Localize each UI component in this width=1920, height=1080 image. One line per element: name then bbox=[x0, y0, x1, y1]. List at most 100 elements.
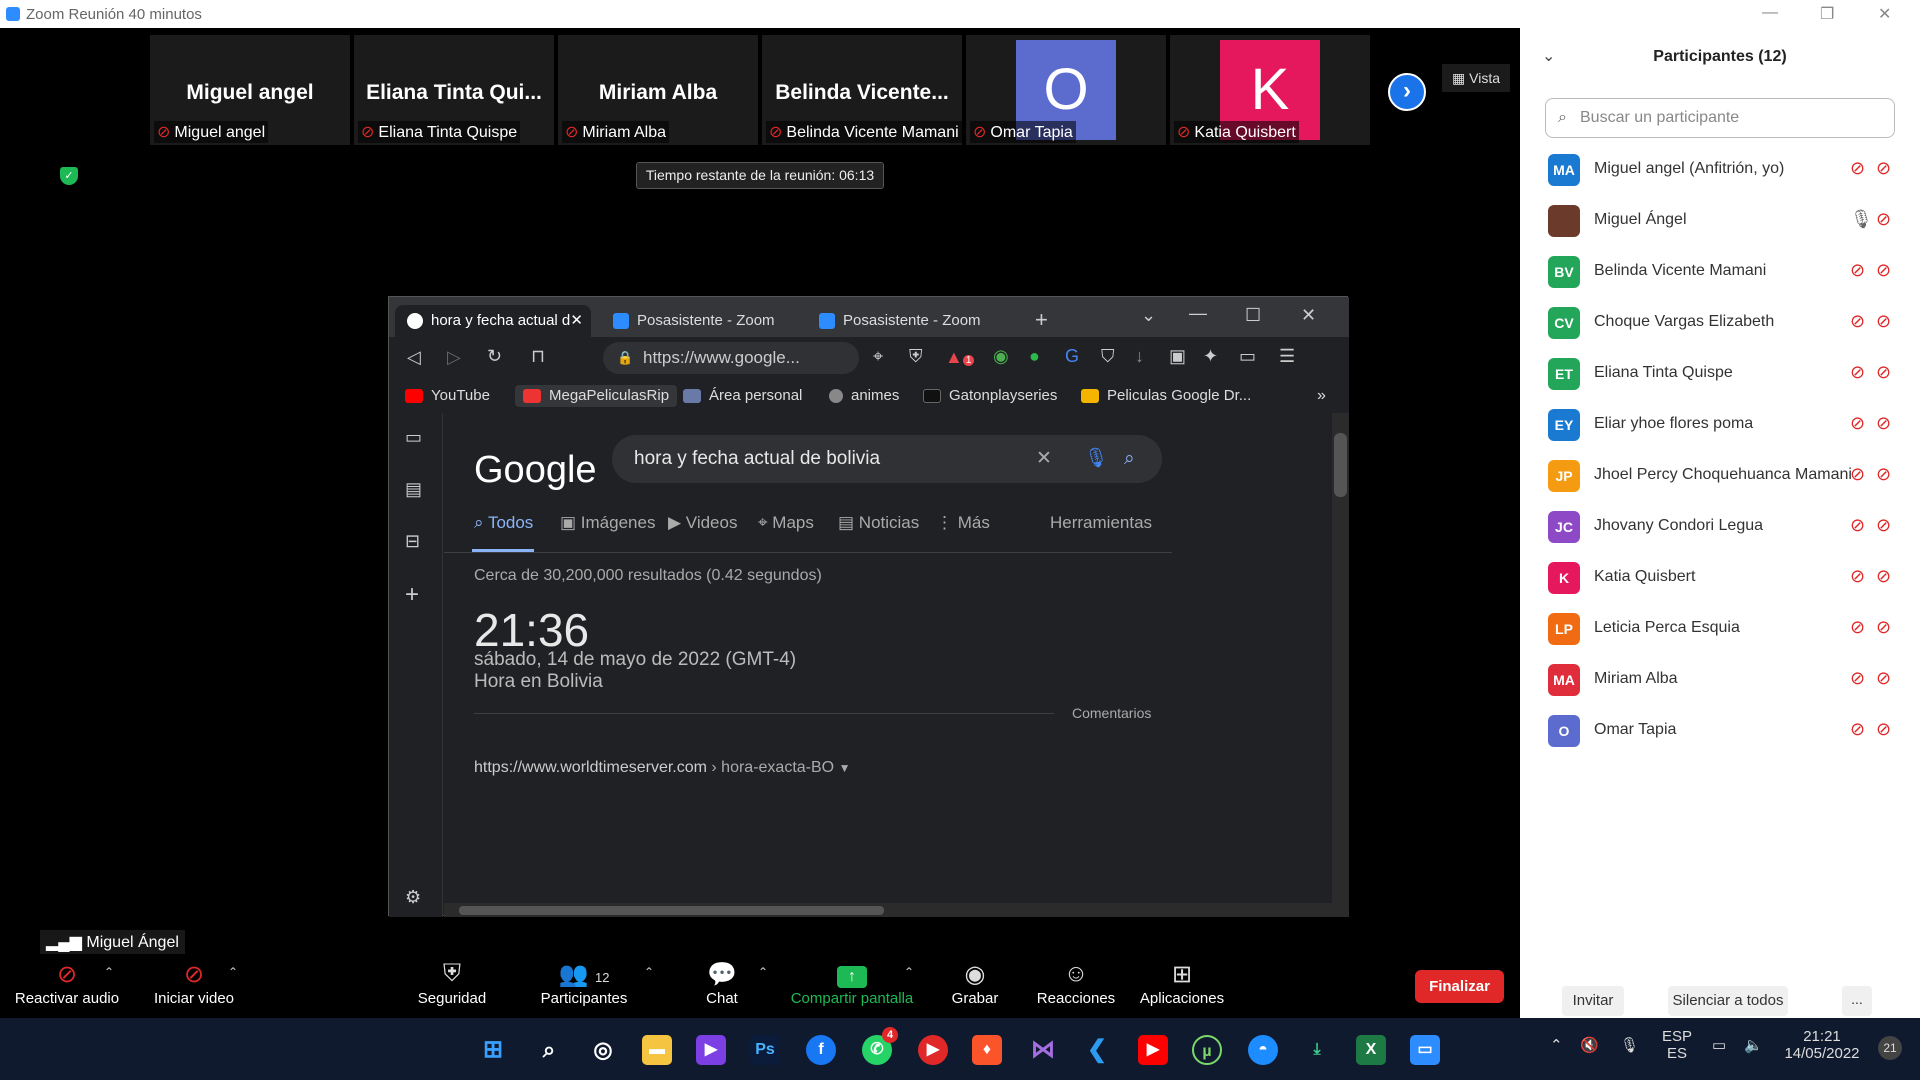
app-icon[interactable]: ⤓ bbox=[1302, 1035, 1332, 1065]
show-hidden-icons[interactable]: ⌃ bbox=[1550, 1036, 1563, 1054]
close-icon[interactable]: ✕ bbox=[1301, 305, 1316, 326]
apps-button[interactable]: ⊞ Aplicaciones bbox=[1132, 960, 1232, 1007]
security-button[interactable]: ⛨ Seguridad bbox=[412, 960, 492, 1007]
video-off-icon[interactable]: ⊘ bbox=[1876, 413, 1891, 434]
extension-icon[interactable]: ◉ bbox=[993, 346, 1009, 367]
windows-start-icon[interactable]: ⊞ bbox=[478, 1035, 508, 1065]
forward-icon[interactable]: ▷ bbox=[447, 347, 461, 368]
video-off-icon[interactable]: ⊘ bbox=[1876, 260, 1891, 281]
caret-down-icon[interactable]: ▼ bbox=[839, 761, 851, 775]
search-icon[interactable]: ⌕ bbox=[534, 1035, 564, 1065]
tab-noticias[interactable]: ▤ Noticias bbox=[838, 513, 919, 533]
video-options-caret[interactable]: ⌃ bbox=[228, 965, 238, 979]
tab-todos[interactable]: ⌕ Todos bbox=[474, 513, 533, 533]
scroll-thumb[interactable] bbox=[1334, 433, 1347, 497]
settings-icon[interactable]: ⚙ bbox=[405, 887, 421, 908]
browser-tab[interactable]: Posasistente - Zoom bbox=[807, 305, 1003, 337]
chat-button[interactable]: 💬 Chat bbox=[700, 960, 744, 1007]
video-icon[interactable]: ▭ bbox=[405, 427, 422, 448]
bookmark-youtube[interactable]: YouTube bbox=[405, 385, 490, 407]
bookmark-megapeliculasrip[interactable]: MegaPeliculasRip bbox=[515, 385, 678, 407]
minimize-icon[interactable]: — bbox=[1189, 303, 1207, 324]
view-button[interactable]: ▦ Vista bbox=[1442, 64, 1510, 92]
video-tile[interactable]: Miguel angel ⊘ Miguel angel bbox=[150, 35, 350, 145]
video-off-icon[interactable]: ⊘ bbox=[1876, 719, 1891, 740]
location-icon[interactable]: ⌖ bbox=[873, 346, 883, 367]
volume-icon[interactable]: 🔈 bbox=[1744, 1036, 1763, 1054]
wallet-icon[interactable]: ▭ bbox=[1239, 346, 1256, 367]
participant-row[interactable]: JC Jhovany Condori Legua ⊘ ⊘ bbox=[1520, 503, 1920, 554]
mic-muted-icon[interactable]: ⊘ bbox=[1850, 260, 1865, 281]
mic-muted-icon[interactable]: ⊘ bbox=[1850, 413, 1865, 434]
tools-button[interactable]: Herramientas bbox=[1050, 513, 1152, 533]
microphone-icon[interactable]: 🎙 bbox=[1850, 209, 1873, 230]
extension-b-icon[interactable]: ▣ bbox=[1169, 346, 1186, 367]
bookmark-peliculas-drive[interactable]: Peliculas Google Dr... bbox=[1081, 385, 1251, 407]
participant-row[interactable]: LP Leticia Perca Esquia ⊘ ⊘ bbox=[1520, 605, 1920, 656]
feedback-link[interactable]: Comentarios bbox=[1072, 705, 1151, 721]
mic-muted-icon[interactable]: ⊘ bbox=[1850, 617, 1865, 638]
video-off-icon[interactable]: ⊘ bbox=[1876, 362, 1891, 383]
reload-icon[interactable]: ↻ bbox=[487, 346, 502, 367]
mic-muted-icon[interactable]: ⊘ bbox=[1850, 158, 1865, 179]
utorrent-icon[interactable]: µ bbox=[1192, 1035, 1222, 1065]
minimize-icon[interactable]: — bbox=[1762, 4, 1778, 22]
participant-row[interactable]: O Omar Tapia ⊘ ⊘ bbox=[1520, 707, 1920, 758]
participants-button[interactable]: 👥 12 Participantes bbox=[534, 960, 634, 1007]
participant-row[interactable]: ET Eliana Tinta Quispe ⊘ ⊘ bbox=[1520, 350, 1920, 401]
obs-icon[interactable]: ◎ bbox=[588, 1035, 618, 1065]
bookmark-animes[interactable]: animes bbox=[829, 385, 899, 407]
video-tile[interactable]: Miriam Alba ⊘ Miriam Alba bbox=[558, 35, 758, 145]
participant-row[interactable]: EY Eliar yhoe flores poma ⊘ ⊘ bbox=[1520, 401, 1920, 452]
adblock-shield-icon[interactable]: ⛉ bbox=[1101, 346, 1115, 367]
translate-icon[interactable]: G bbox=[1065, 346, 1079, 367]
clock[interactable]: 21:21 14/05/2022 bbox=[1782, 1028, 1862, 1062]
audio-options-caret[interactable]: ⌃ bbox=[104, 965, 114, 979]
brave-rewards-icon[interactable]: ▲ 1 bbox=[945, 347, 975, 368]
network-icon[interactable]: ▭ bbox=[1712, 1036, 1726, 1054]
microphone-icon[interactable]: 🎙 bbox=[1620, 1036, 1639, 1054]
search-input[interactable]: hora y fecha actual de bolivia ✕ 🎙 ⌕ bbox=[612, 435, 1162, 483]
share-options-caret[interactable]: ⌃ bbox=[904, 965, 914, 979]
participant-row[interactable]: K Katia Quisbert ⊘ ⊘ bbox=[1520, 554, 1920, 605]
photoshop-icon[interactable]: Ps bbox=[750, 1035, 780, 1065]
brave-shield-icon[interactable]: ⛨ bbox=[909, 346, 923, 367]
bookmark-area-personal[interactable]: Área personal bbox=[683, 385, 802, 407]
reactions-button[interactable]: ☺ Reacciones bbox=[1034, 960, 1118, 1007]
menu-icon[interactable]: ☰ bbox=[1279, 346, 1295, 367]
speaker-muted-icon[interactable]: 🔇 bbox=[1580, 1036, 1599, 1054]
mic-muted-icon[interactable]: ⊘ bbox=[1850, 566, 1865, 587]
video-off-icon[interactable]: ⊘ bbox=[1876, 668, 1891, 689]
mic-muted-icon[interactable]: ⊘ bbox=[1850, 311, 1865, 332]
video-tile[interactable]: O ⊘ Omar Tapia bbox=[966, 35, 1166, 145]
next-page-button[interactable]: › bbox=[1388, 73, 1426, 111]
tab-videos[interactable]: ▶ Videos bbox=[668, 513, 737, 533]
search-icon[interactable]: ⌕ bbox=[1124, 435, 1135, 483]
download-icon[interactable]: ↓ bbox=[1135, 346, 1144, 367]
wallet-icon[interactable]: ▤ bbox=[405, 479, 422, 500]
more-options-button[interactable]: ... bbox=[1842, 986, 1872, 1016]
puzzle-icon[interactable]: ✦ bbox=[1203, 346, 1218, 367]
participant-search-input[interactable]: ⌕ Buscar un participante bbox=[1545, 98, 1895, 138]
bookmark-gatonplayseries[interactable]: Gatonplayseries bbox=[923, 385, 1057, 407]
facebook-icon[interactable]: f bbox=[806, 1035, 836, 1065]
google-logo[interactable]: Google bbox=[474, 449, 597, 492]
url-field[interactable]: 🔒 https://www.google... bbox=[603, 342, 859, 374]
scroll-thumb[interactable] bbox=[459, 906, 884, 915]
zoom-icon[interactable]: ▭ bbox=[1410, 1035, 1440, 1065]
result-link[interactable]: https://www.worldtimeserver.com › hora-e… bbox=[474, 759, 850, 777]
participant-row[interactable]: JP Jhoel Percy Choquehuanca Mamani ⊘ ⊘ bbox=[1520, 452, 1920, 503]
mic-muted-icon[interactable]: ⊘ bbox=[1850, 464, 1865, 485]
vscode-icon[interactable]: ❮ bbox=[1082, 1035, 1112, 1065]
mic-muted-icon[interactable]: ⊘ bbox=[1850, 668, 1865, 689]
media-player-icon[interactable]: ▶ bbox=[918, 1035, 948, 1065]
browser-tab[interactable]: Posasistente - Zoom bbox=[601, 305, 797, 337]
mic-muted-icon[interactable]: ⊘ bbox=[1850, 515, 1865, 536]
video-editor-icon[interactable]: ▶ bbox=[696, 1035, 726, 1065]
participant-row[interactable]: MA Miguel angel (Anfitrión, yo) ⊘ ⊘ bbox=[1520, 146, 1920, 197]
video-off-icon[interactable]: ⊘ bbox=[1876, 209, 1891, 230]
close-tab-icon[interactable]: ✕ bbox=[570, 305, 583, 337]
notifications-badge[interactable]: 21 bbox=[1878, 1036, 1902, 1060]
encryption-shield-icon[interactable]: ✓ bbox=[60, 167, 78, 185]
participants-options-caret[interactable]: ⌃ bbox=[644, 965, 654, 979]
